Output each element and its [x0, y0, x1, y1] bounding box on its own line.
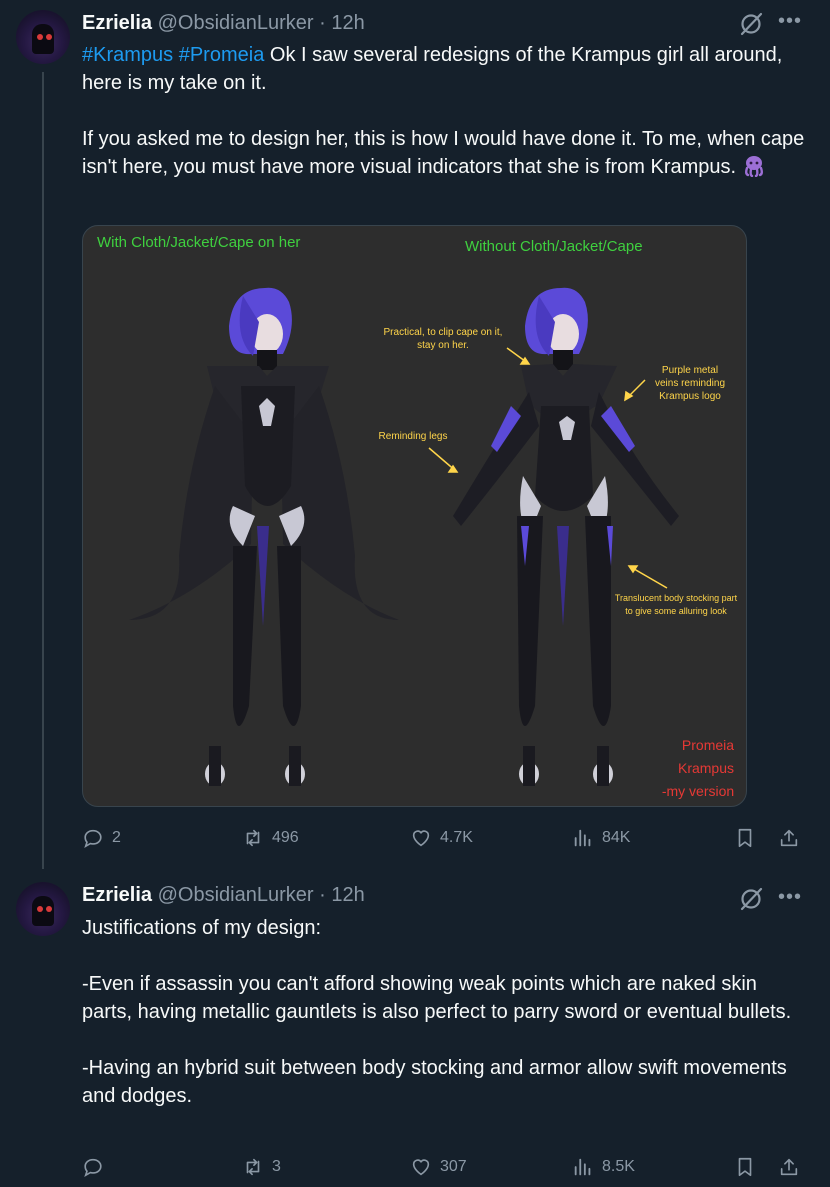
tweet-image[interactable]: With Cloth/Jacket/Cape on her Without Cl… — [82, 225, 747, 807]
repost-button[interactable]: 496 — [242, 823, 299, 853]
heart-icon — [412, 830, 430, 847]
avatar[interactable] — [16, 10, 70, 64]
reply-button[interactable] — [82, 1152, 104, 1182]
reply-icon — [84, 1158, 102, 1178]
note-veins: Purple metal veins reminding Krampus log… — [654, 365, 726, 402]
share-button[interactable] — [778, 823, 800, 853]
display-name[interactable]: Ezrielia — [82, 884, 152, 906]
tweet-text: Justifications of my design: -Even if as… — [82, 914, 812, 1110]
share-button[interactable] — [778, 1152, 800, 1182]
heart-icon — [412, 1159, 430, 1176]
repost-icon — [246, 1158, 260, 1176]
signature-line-2: Krampus — [677, 760, 735, 776]
bookmark-icon — [738, 1157, 752, 1177]
reply-button[interactable]: 2 — [82, 823, 121, 853]
views-button[interactable]: 84K — [572, 823, 630, 853]
bookmark-icon — [738, 828, 752, 848]
tweet-1[interactable]: Ezrielia @ObsidianLurker · 12h ••• #Kram… — [0, 0, 830, 870]
tweet-actions: 3 307 8.5K — [82, 1152, 802, 1182]
views-count: 84K — [602, 829, 631, 846]
timestamp[interactable]: 12h — [331, 12, 364, 34]
grok-icon[interactable] — [738, 11, 764, 37]
note-stocking: Translucent body stocking part to give s… — [614, 593, 738, 616]
share-icon — [780, 1158, 798, 1176]
tweet-text-para3: -Having an hybrid suit between body stoc… — [82, 1057, 787, 1107]
tweet-text: #Krampus #Promeia Ok I saw several redes… — [82, 41, 812, 181]
tweet-header: Ezrielia @ObsidianLurker · 12h — [82, 884, 365, 907]
hashtag-krampus[interactable]: #Krampus — [82, 44, 173, 66]
repost-button[interactable]: 3 — [242, 1152, 281, 1182]
tweet-text-para2: If you asked me to design her, this is h… — [82, 128, 805, 178]
more-options-icon[interactable]: ••• — [778, 886, 801, 908]
like-button[interactable]: 4.7K — [410, 823, 473, 853]
note-legs: Reminding legs — [378, 431, 448, 442]
bookmark-button[interactable] — [734, 823, 756, 853]
note-clip: Practical, to clip cape on it, stay on h… — [383, 327, 503, 351]
display-name[interactable]: Ezrielia — [82, 12, 152, 34]
repost-count: 3 — [272, 1158, 281, 1175]
views-button[interactable]: 8.5K — [572, 1152, 635, 1182]
character-art — [129, 287, 679, 786]
user-handle[interactable]: @ObsidianLurker — [158, 884, 314, 906]
reply-icon — [84, 829, 102, 849]
avatar[interactable] — [16, 882, 70, 936]
views-count: 8.5K — [602, 1158, 635, 1175]
tweet-text-para2: -Even if assassin you can't afford showi… — [82, 973, 792, 1023]
like-count: 307 — [440, 1158, 467, 1175]
like-count: 4.7K — [440, 829, 473, 846]
signature-line-3: -my version — [661, 783, 735, 799]
repost-count: 496 — [272, 829, 299, 846]
repost-icon — [246, 829, 260, 847]
reply-count: 2 — [112, 829, 121, 846]
separator: · — [313, 12, 332, 34]
separator: · — [313, 884, 332, 906]
tweet-header: Ezrielia @ObsidianLurker · 12h — [82, 12, 365, 35]
hashtag-promeia[interactable]: #Promeia — [179, 44, 265, 66]
views-icon — [574, 1158, 591, 1176]
tweet-actions: 2 496 4.7K 84K — [82, 823, 802, 853]
grok-icon[interactable] — [738, 886, 764, 912]
like-button[interactable]: 307 — [410, 1152, 467, 1182]
thread-line — [42, 72, 44, 869]
bookmark-button[interactable] — [734, 1152, 756, 1182]
signature-line-1: Promeia — [681, 737, 735, 753]
tweet-text-para1: Justifications of my design: — [82, 917, 321, 939]
more-options-icon[interactable]: ••• — [778, 10, 801, 32]
octopus-emoji-icon — [744, 156, 763, 177]
user-handle[interactable]: @ObsidianLurker — [158, 12, 314, 34]
timestamp[interactable]: 12h — [331, 884, 364, 906]
tweet-2[interactable]: Ezrielia @ObsidianLurker · 12h ••• Justi… — [0, 870, 830, 1187]
views-icon — [574, 829, 591, 847]
share-icon — [780, 829, 798, 847]
